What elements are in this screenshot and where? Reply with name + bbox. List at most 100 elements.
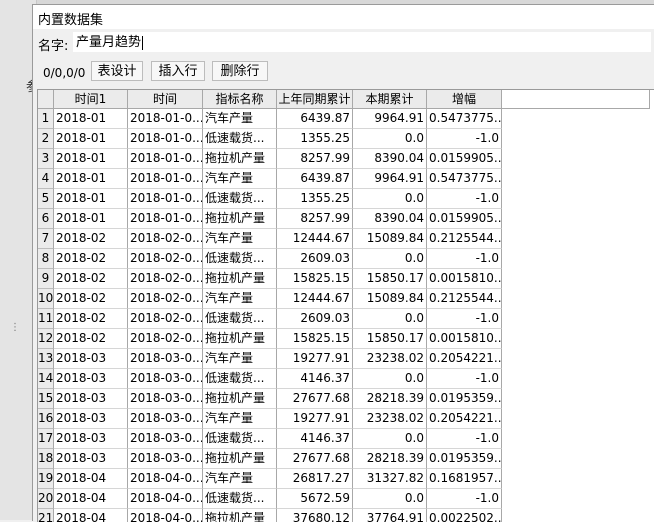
splitter-grip[interactable]: ⋮ — [10, 322, 20, 333]
table-cell[interactable]: 0.0 — [353, 489, 427, 509]
table-row[interactable]: 2 2018-01 2018-01-0... 低速载货... 1355.25 0.0 -1.… — [38, 129, 650, 149]
table-cell[interactable]: 2018-03-0... — [128, 349, 203, 369]
row-number[interactable]: 10 — [38, 289, 54, 309]
row-number[interactable]: 2 — [38, 129, 54, 149]
table-cell[interactable]: 23238.02 — [353, 409, 427, 429]
table-cell[interactable]: 2018-02-0... — [128, 229, 203, 249]
table-cell[interactable]: 2018-01 — [54, 169, 128, 189]
row-number[interactable]: 6 — [38, 209, 54, 229]
table-cell[interactable]: 低速载货... — [203, 369, 277, 389]
table-cell[interactable]: 27677.68 — [277, 449, 353, 469]
table-cell[interactable]: 2018-01-0... — [128, 169, 203, 189]
table-cell[interactable]: 2018-03-0... — [128, 429, 203, 449]
name-input[interactable]: 产量月趋势 — [73, 32, 651, 52]
table-cell[interactable]: 0.0195359... — [427, 449, 502, 469]
table-cell[interactable]: 2018-01-0... — [128, 149, 203, 169]
table-cell[interactable]: 0.0195359... — [427, 389, 502, 409]
table-cell[interactable]: 28218.39 — [353, 449, 427, 469]
table-cell[interactable]: 2018-02 — [54, 249, 128, 269]
table-cell[interactable]: 15825.15 — [277, 269, 353, 289]
table-cell[interactable]: 12444.67 — [277, 289, 353, 309]
table-cell[interactable]: 5672.59 — [277, 489, 353, 509]
row-number[interactable]: 9 — [38, 269, 54, 289]
table-cell[interactable]: 汽车产量 — [203, 469, 277, 489]
table-cell[interactable]: 26817.27 — [277, 469, 353, 489]
table-cell[interactable]: 15089.84 — [353, 289, 427, 309]
table-cell[interactable]: 8390.04 — [353, 209, 427, 229]
table-row[interactable]: 7 2018-02 2018-02-0... 汽车产量 12444.67 15089.84… — [38, 229, 650, 249]
row-number[interactable]: 11 — [38, 309, 54, 329]
table-design-button[interactable]: 表设计 — [91, 61, 143, 81]
table-cell[interactable]: 汽车产量 — [203, 349, 277, 369]
table-cell[interactable]: 低速载货... — [203, 309, 277, 329]
table-cell[interactable]: 2018-03-0... — [128, 409, 203, 429]
table-cell[interactable]: 0.0159905... — [427, 209, 502, 229]
table-cell[interactable]: 低速载货... — [203, 129, 277, 149]
column-header[interactable]: 指标名称 — [203, 90, 277, 108]
table-row[interactable]: 1 2018-01 2018-01-0... 汽车产量 6439.87 9964.91 0.… — [38, 109, 650, 129]
table-cell[interactable]: 28218.39 — [353, 389, 427, 409]
table-cell[interactable]: 4146.37 — [277, 429, 353, 449]
table-cell[interactable]: 2018-04-0... — [128, 469, 203, 489]
table-cell[interactable]: 0.0 — [353, 189, 427, 209]
table-cell[interactable]: 0.0 — [353, 129, 427, 149]
table-cell[interactable]: 2018-02-0... — [128, 269, 203, 289]
table-cell[interactable]: 0.0 — [353, 429, 427, 449]
table-cell[interactable]: 19277.91 — [277, 349, 353, 369]
grid-corner-cell[interactable] — [38, 90, 54, 108]
table-cell[interactable]: 8257.99 — [277, 149, 353, 169]
table-row[interactable]: 19 2018-04 2018-04-0... 汽车产量 26817.27 31327.8… — [38, 469, 650, 489]
row-number[interactable]: 18 — [38, 449, 54, 469]
table-cell[interactable]: 2018-01-0... — [128, 189, 203, 209]
table-cell[interactable]: 6439.87 — [277, 109, 353, 129]
table-cell[interactable]: 2018-01-0... — [128, 109, 203, 129]
dialog-titlebar[interactable]: 内置数据集 — [33, 5, 654, 29]
table-cell[interactable]: 汽车产量 — [203, 169, 277, 189]
column-header[interactable]: 上年同期累计 — [277, 90, 353, 108]
row-number[interactable]: 7 — [38, 229, 54, 249]
table-cell[interactable]: 2609.03 — [277, 309, 353, 329]
table-cell[interactable]: 低速载货... — [203, 249, 277, 269]
table-cell[interactable]: 2018-01 — [54, 109, 128, 129]
table-cell[interactable]: 9964.91 — [353, 109, 427, 129]
row-number[interactable]: 4 — [38, 169, 54, 189]
table-cell[interactable]: 拖拉机产量 — [203, 329, 277, 349]
table-cell[interactable]: 23238.02 — [353, 349, 427, 369]
table-cell[interactable]: 汽车产量 — [203, 409, 277, 429]
table-row[interactable]: 16 2018-03 2018-03-0... 汽车产量 19277.91 23238.0… — [38, 409, 650, 429]
table-cell[interactable]: 0.0015810... — [427, 329, 502, 349]
table-cell[interactable]: -1.0 — [427, 129, 502, 149]
table-cell[interactable]: 2018-04 — [54, 509, 128, 522]
table-cell[interactable]: 31327.82 — [353, 469, 427, 489]
table-cell[interactable]: 0.0 — [353, 309, 427, 329]
table-cell[interactable]: 2018-02 — [54, 329, 128, 349]
row-number[interactable]: 21 — [38, 509, 54, 522]
column-header[interactable]: 时间1 — [54, 90, 128, 108]
row-number[interactable]: 13 — [38, 349, 54, 369]
table-cell[interactable]: 2018-03-0... — [128, 389, 203, 409]
table-cell[interactable]: 1355.25 — [277, 189, 353, 209]
table-cell[interactable]: 4146.37 — [277, 369, 353, 389]
table-row[interactable]: 5 2018-01 2018-01-0... 低速载货... 1355.25 0.0 -1.… — [38, 189, 650, 209]
table-row[interactable]: 15 2018-03 2018-03-0... 拖拉机产量 27677.68 28218.… — [38, 389, 650, 409]
table-cell[interactable]: 2018-02-0... — [128, 329, 203, 349]
table-cell[interactable]: 低速载货... — [203, 489, 277, 509]
table-row[interactable]: 14 2018-03 2018-03-0... 低速载货... 4146.37 0.0 -1… — [38, 369, 650, 389]
table-cell[interactable]: 37764.91 — [353, 509, 427, 522]
table-row[interactable]: 11 2018-02 2018-02-0... 低速载货... 2609.03 0.0 -1… — [38, 309, 650, 329]
table-cell[interactable]: 0.2054221... — [427, 349, 502, 369]
table-row[interactable]: 18 2018-03 2018-03-0... 拖拉机产量 27677.68 28218.… — [38, 449, 650, 469]
table-row[interactable]: 21 2018-04 2018-04-0... 拖拉机产量 37680.12 37764.… — [38, 509, 650, 522]
table-cell[interactable]: 0.2125544... — [427, 229, 502, 249]
table-cell[interactable]: 2018-01 — [54, 149, 128, 169]
table-cell[interactable]: 2018-02 — [54, 309, 128, 329]
table-row[interactable]: 4 2018-01 2018-01-0... 汽车产量 6439.87 9964.91 0.… — [38, 169, 650, 189]
table-cell[interactable]: 拖拉机产量 — [203, 389, 277, 409]
table-row[interactable]: 17 2018-03 2018-03-0... 低速载货... 4146.37 0.0 -1… — [38, 429, 650, 449]
table-cell[interactable]: 拖拉机产量 — [203, 269, 277, 289]
table-cell[interactable]: 9964.91 — [353, 169, 427, 189]
row-number[interactable]: 15 — [38, 389, 54, 409]
table-cell[interactable]: 0.5473775... — [427, 169, 502, 189]
delete-row-button[interactable]: 删除行 — [212, 61, 268, 81]
table-cell[interactable]: 2018-01 — [54, 189, 128, 209]
